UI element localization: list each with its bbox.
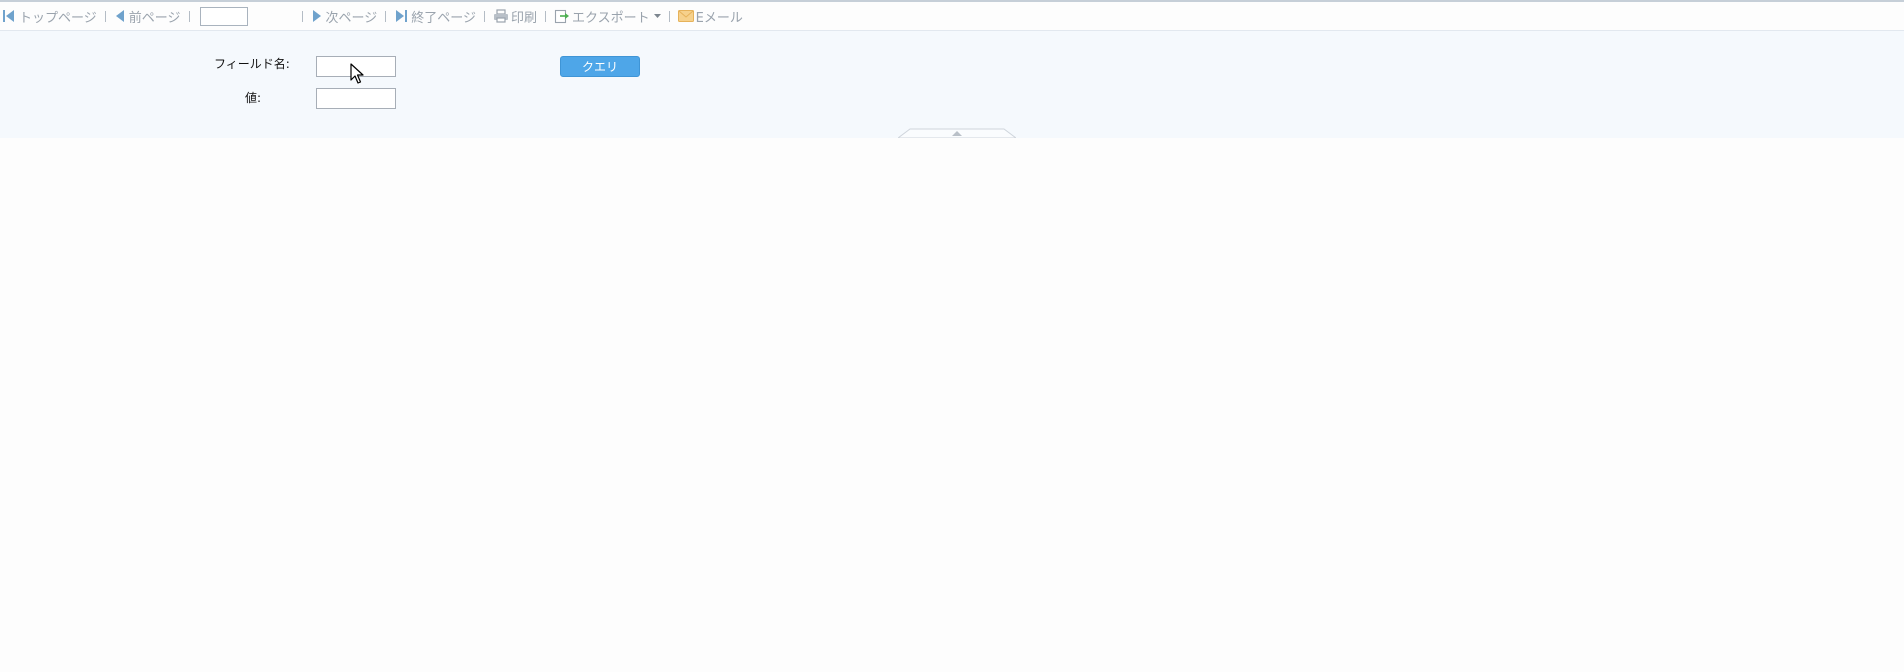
toolbar-separator — [668, 10, 670, 22]
last-page-icon — [394, 8, 408, 24]
toolbar-separator — [104, 10, 106, 22]
toolbar-separator — [484, 10, 485, 22]
caret-down-icon — [653, 8, 661, 24]
last-page-button[interactable]: 終了ページ — [394, 6, 476, 26]
print-button[interactable]: 印刷 — [493, 6, 537, 26]
next-page-icon — [311, 8, 323, 24]
collapse-panel-toggle[interactable] — [898, 128, 1016, 138]
email-button[interactable]: Eメール — [677, 6, 743, 26]
field-name-label: フィールド名: — [214, 57, 290, 71]
printer-icon — [493, 8, 509, 24]
next-page-label: 次ページ — [325, 10, 378, 26]
toolbar-separator — [188, 10, 190, 22]
field-name-input[interactable] — [316, 56, 396, 77]
report-toolbar: トップページ 前ページ 次ページ 終了ページ 印刷 エクスポート Eメール — [0, 2, 1904, 31]
email-label: Eメール — [695, 10, 743, 26]
first-page-icon — [2, 8, 16, 24]
first-page-label: トップページ — [19, 10, 97, 26]
value-label: 値: — [245, 91, 262, 105]
export-label: エクスポート — [572, 10, 650, 26]
last-page-label: 終了ページ — [411, 10, 476, 26]
first-page-button[interactable]: トップページ — [2, 6, 97, 26]
next-page-button[interactable]: 次ページ — [311, 6, 378, 26]
value-input[interactable] — [316, 88, 396, 109]
parameter-panel: フィールド名: 値: クエリ — [0, 31, 1904, 138]
print-label: 印刷 — [511, 10, 538, 26]
query-button[interactable]: クエリ — [560, 56, 640, 77]
prev-page-button[interactable]: 前ページ — [114, 6, 181, 26]
toolbar-separator — [385, 10, 387, 22]
export-button[interactable]: エクスポート — [554, 6, 661, 26]
prev-page-icon — [114, 8, 126, 24]
page-number-input[interactable] — [199, 6, 248, 26]
prev-page-label: 前ページ — [128, 10, 181, 26]
export-icon — [554, 8, 570, 24]
mail-icon — [677, 8, 694, 24]
toolbar-separator — [545, 10, 547, 22]
toolbar-separator — [301, 10, 303, 22]
